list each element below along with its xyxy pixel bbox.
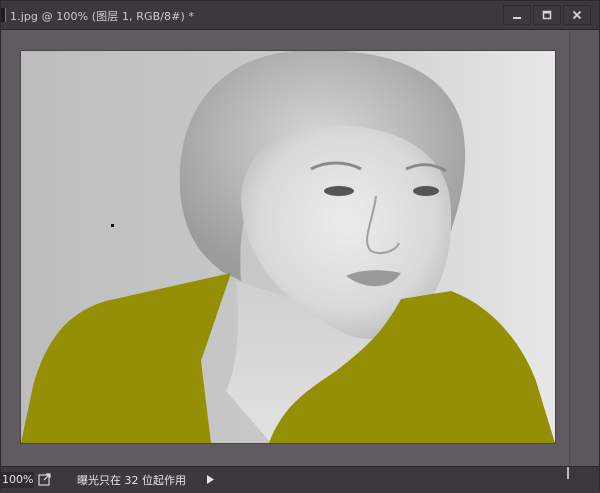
minimize-button[interactable] [503,5,531,25]
status-bar: 100% 曝光只在 32 位起作用 [1,466,599,493]
zoom-level[interactable]: 100% [1,472,34,488]
restore-button[interactable] [533,5,561,25]
export-icon[interactable] [38,472,52,486]
status-message: 曝光只在 32 位起作用 [77,474,186,487]
document-window: 1.jpg @ 100% (图层 1, RGB/8#) * 100% 曝光只在 … [0,0,600,493]
vertical-scrollbar[interactable] [569,30,598,466]
window-controls [503,5,591,25]
speck [111,224,114,227]
minimize-icon [513,17,521,19]
close-button[interactable] [563,5,591,25]
play-arrow-icon[interactable] [206,474,215,485]
right-eye [413,186,439,196]
resize-grip[interactable] [567,467,569,479]
document-title: 1.jpg @ 100% (图层 1, RGB/8#) * [10,10,195,23]
tab-edge [1,8,6,22]
canvas-area[interactable] [2,30,570,466]
portrait-photo[interactable] [21,51,555,443]
close-icon [572,10,582,20]
title-bar[interactable]: 1.jpg @ 100% (图层 1, RGB/8#) * [1,1,599,30]
left-eye [324,186,354,196]
restore-icon [542,10,552,20]
